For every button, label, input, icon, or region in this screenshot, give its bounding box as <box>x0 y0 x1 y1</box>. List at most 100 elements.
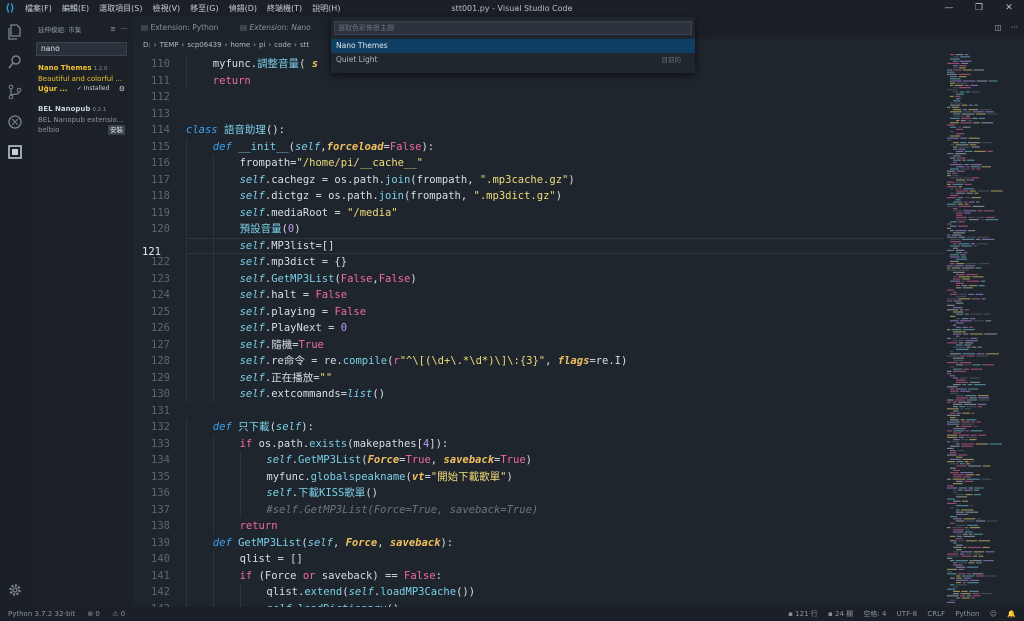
warning-count[interactable]: ⚠ 0 <box>112 610 125 618</box>
code-line[interactable]: 117 self.cachegz = os.path.join(frompath,… <box>133 171 944 188</box>
vscode-logo-icon: ⟨⟩ <box>5 3 15 14</box>
code-line[interactable]: 119 self.mediaRoot = "/media" <box>133 204 944 221</box>
code-text: myfunc.globalspeakname(vt="開始下載歌單") <box>266 470 513 483</box>
menu-item[interactable]: 移至(G) <box>185 3 223 14</box>
filter-icon[interactable]: ≡ <box>110 25 115 33</box>
code-line[interactable]: 121 self.MP3list=[] <box>133 237 944 258</box>
code-line[interactable]: 124 self.halt = False <box>133 287 944 304</box>
code-text: def GetMP3List(self, Force, saveback): <box>212 536 454 549</box>
code-line[interactable]: 111 return <box>133 72 944 89</box>
code-line[interactable]: 125 self.playing = False <box>133 303 944 320</box>
more-actions-icon[interactable]: ··· <box>121 25 127 33</box>
code-line[interactable]: 122 self.mp3dict = {} <box>133 254 944 271</box>
code-line[interactable]: 130 self.extcommands=list() <box>133 386 944 403</box>
code-line[interactable]: 140 qlist = [] <box>133 551 944 568</box>
breadcrumb-item[interactable]: scp06439 <box>187 41 221 49</box>
source-control-icon[interactable] <box>0 77 30 107</box>
language-mode[interactable]: Python <box>955 610 979 618</box>
code-line[interactable]: 123 self.GetMP3List(False,False) <box>133 270 944 287</box>
extension-item-nano-themes[interactable]: Nano Themes 1.2.0 Beautiful and colorful … <box>30 58 133 99</box>
feedback-smiley-icon[interactable]: ☺ <box>990 610 997 618</box>
breadcrumb-item[interactable]: home <box>230 41 250 49</box>
extensions-icon[interactable] <box>0 137 30 167</box>
indent-guide <box>186 188 187 205</box>
code-line[interactable]: 131 <box>133 403 944 420</box>
manage-gear-icon[interactable]: ⚙ <box>119 84 125 94</box>
indent-guide <box>186 501 187 518</box>
breadcrumb-item[interactable]: TEMP <box>160 41 179 49</box>
notifications-bell-icon[interactable]: 🔔 <box>1007 610 1016 618</box>
menu-item[interactable]: 說明(H) <box>307 3 345 14</box>
code-line[interactable]: 112 <box>133 89 944 106</box>
extension-search-input[interactable]: nano <box>36 42 127 56</box>
split-editor-icon[interactable]: ◫ <box>995 23 1002 32</box>
extension-item-bel-nanopub[interactable]: BEL Nanopub 0.2.1 BEL Nanopub extensio...… <box>30 99 133 140</box>
code-line[interactable]: 142 qlist.extend(self.loadMP3Cache()) <box>133 584 944 601</box>
code-line[interactable]: 118 self.dictgz = os.path.join(frompath, … <box>133 188 944 205</box>
code-line[interactable]: 120 預設音量(0) <box>133 221 944 238</box>
code-line[interactable]: 129 self.正在播放="" <box>133 369 944 386</box>
menu-item[interactable]: 檢視(V) <box>147 3 185 14</box>
code-line[interactable]: 126 self.PlayNext = 0 <box>133 320 944 337</box>
code-line[interactable]: 115 def __init__(self,forceload=False): <box>133 138 944 155</box>
line-ending[interactable]: CRLF <box>927 610 945 618</box>
indentation[interactable]: 空格: 4 <box>863 610 886 618</box>
debug-icon[interactable] <box>0 107 30 137</box>
indent-guide <box>212 584 214 601</box>
breadcrumb-item[interactable]: stt <box>300 41 309 49</box>
line-number: 136 <box>151 487 170 499</box>
line-number: 138 <box>151 520 170 532</box>
code-text: self.mediaRoot = "/media" <box>239 206 398 219</box>
menu-item[interactable]: 檔案(F) <box>20 3 57 14</box>
breadcrumb-item[interactable]: code <box>274 41 291 49</box>
code-line[interactable]: 128 self.re命令 = re.compile(r"^\[(\d+\.*\d… <box>133 353 944 370</box>
code-line[interactable]: 136 self.下載KISS歌單() <box>133 485 944 502</box>
code-editor[interactable]: 110 myfunc.調整音量( s 111 return 112 113 114 class… <box>133 52 944 607</box>
cursor-line[interactable]: ▪ 121 行 <box>788 610 818 618</box>
close-button[interactable]: ✕ <box>994 0 1024 17</box>
code-line[interactable]: 133 if os.path.exists(makepathes[4]): <box>133 435 944 452</box>
indent-guide <box>186 452 187 469</box>
menu-item[interactable]: 終端機(T) <box>262 3 307 14</box>
line-number: 115 <box>151 140 170 153</box>
code-line[interactable]: 127 self.隨機=True <box>133 336 944 353</box>
minimize-button[interactable]: — <box>934 0 964 17</box>
minimap[interactable] <box>944 52 1024 607</box>
code-line[interactable]: 113 <box>133 106 944 123</box>
menu-item[interactable]: 選取項目(S) <box>94 3 147 14</box>
code-line[interactable]: 114 class 語音助理(): <box>133 122 944 139</box>
install-button[interactable]: 安裝 <box>108 125 125 135</box>
line-number: 131 <box>151 404 170 417</box>
code-line[interactable]: 132 def 只下載(self): <box>133 419 944 436</box>
settings-gear-icon[interactable] <box>0 575 30 605</box>
code-line[interactable]: 135 myfunc.globalspeakname(vt="開始下載歌單") <box>133 468 944 485</box>
code-line[interactable]: 116 frompath="/home/pi/__cache__" <box>133 155 944 172</box>
encoding[interactable]: UTF-8 <box>897 610 917 618</box>
breadcrumb-item[interactable]: D: <box>143 41 151 49</box>
python-interpreter[interactable]: Python 3.7.2 32-bit <box>8 610 75 618</box>
theme-option-quiet-light[interactable]: Quiet Light 目前的 <box>331 53 695 67</box>
error-count[interactable]: ⊗ 0 <box>87 610 100 618</box>
cursor-column[interactable]: ▪ 24 欄 <box>828 610 853 618</box>
extension-name: BEL Nanopub <box>38 105 91 113</box>
search-icon[interactable] <box>0 47 30 77</box>
tab-extension-nano-themes[interactable]: ▤ Extension: Nano Them <box>232 17 332 54</box>
tab-extension-python[interactable]: ▤ Extension: Python <box>133 17 232 39</box>
code-line[interactable]: 139 def GetMP3List(self, Force, saveback)… <box>133 534 944 551</box>
maximize-button[interactable]: ❐ <box>964 0 994 17</box>
explorer-icon[interactable] <box>0 17 30 47</box>
menu-item[interactable]: 編輯(E) <box>57 3 94 14</box>
indent-guide <box>239 584 241 601</box>
indent-guide <box>212 270 214 287</box>
code-line[interactable]: 141 if (Force or saveback) == False: <box>133 567 944 584</box>
breadcrumb-item[interactable]: pi <box>259 41 265 49</box>
theme-picker-input[interactable]: 選取色彩佈景主題 <box>334 21 692 35</box>
code-text: #self.GetMP3List(Force=True, saveback=Tr… <box>266 503 539 516</box>
indent-guide <box>186 254 187 271</box>
code-line[interactable]: 137 #self.GetMP3List(Force=True, saveback… <box>133 501 944 518</box>
code-line[interactable]: 138 return <box>133 518 944 535</box>
more-actions-icon[interactable]: ··· <box>1011 23 1018 32</box>
theme-option-nano-themes[interactable]: Nano Themes <box>331 39 695 53</box>
code-line[interactable]: 134 self.GetMP3List(Force=True, saveback=… <box>133 452 944 469</box>
menu-item[interactable]: 偵錯(D) <box>224 3 262 14</box>
